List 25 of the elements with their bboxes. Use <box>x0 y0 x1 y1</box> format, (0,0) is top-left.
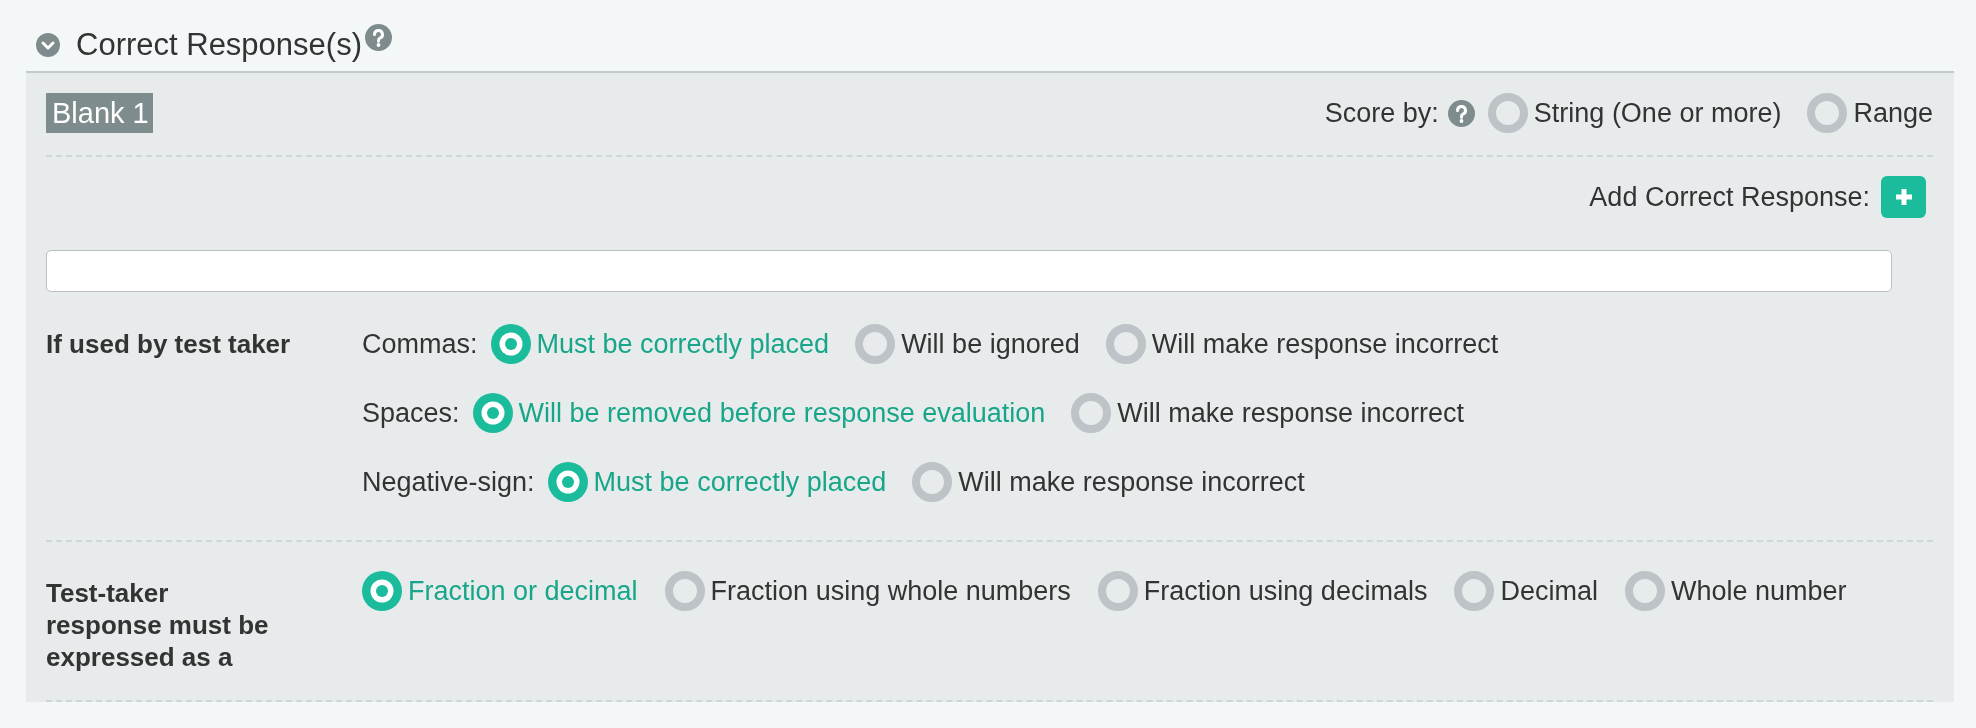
section-title: Correct Response(s) <box>76 25 362 64</box>
section-label: If used by test taker <box>46 328 291 361</box>
rule-label: Commas: <box>362 328 478 361</box>
rule-label: Negative-sign: <box>362 466 535 499</box>
rule-label: Spaces: <box>362 397 460 430</box>
blank-label: Blank 1 <box>46 93 153 133</box>
radio-option[interactable]: Decimal <box>1454 571 1598 611</box>
radio-option[interactable]: Fraction using whole numbers <box>664 571 1071 611</box>
radio-option[interactable]: Fraction using decimals <box>1097 571 1428 611</box>
response-input[interactable] <box>46 250 1892 292</box>
plus-icon <box>1893 187 1914 207</box>
radio-option[interactable]: Will make response incorrect <box>1071 393 1464 433</box>
radio-option[interactable]: Will be ignored <box>855 324 1080 364</box>
radio-option[interactable]: Will make response incorrect <box>912 462 1305 502</box>
add-response-label: Add Correct Response: <box>1589 181 1870 214</box>
help-icon[interactable] <box>365 24 392 51</box>
radio-option[interactable]: Will make response incorrect <box>1105 324 1499 364</box>
radio-option[interactable]: String (One or more) <box>1487 93 1782 133</box>
score-by-label: Score by: <box>1324 97 1439 130</box>
help-icon[interactable] <box>1447 99 1475 127</box>
section-label: Test-taker response must be expressed as a <box>46 577 270 673</box>
radio-option[interactable]: Whole number <box>1624 571 1847 611</box>
add-button[interactable] <box>1881 176 1926 218</box>
chevron-icon[interactable] <box>36 32 60 57</box>
radio-option[interactable]: Range <box>1807 93 1933 133</box>
